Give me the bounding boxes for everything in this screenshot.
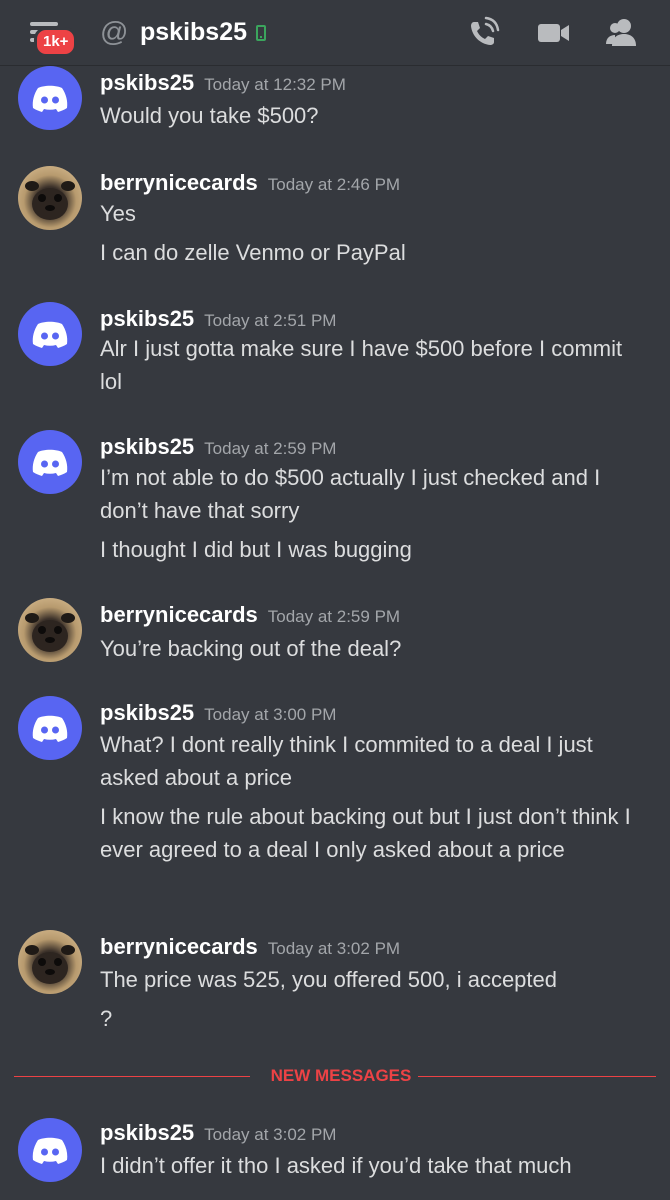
message-text: I know the rule about backing out but I … xyxy=(100,804,631,862)
discord-logo-icon[interactable] xyxy=(18,66,82,130)
message-text: You’re backing out of the deal? xyxy=(100,636,402,661)
mobile-status-icon xyxy=(256,25,266,41)
message-text: The price was 525, you offered 500, i ac… xyxy=(100,967,557,992)
timestamp: Today at 2:46 PM xyxy=(267,175,401,194)
timestamp: Today at 2:59 PM xyxy=(204,439,337,458)
discord-logo-icon[interactable] xyxy=(18,430,82,494)
members-icon[interactable] xyxy=(604,16,638,50)
menu-icon xyxy=(30,22,58,26)
author-name[interactable]: berrynicecards xyxy=(100,170,258,195)
author-name[interactable]: pskibs25 xyxy=(100,700,194,725)
message-text: I’m not able to do $500 actually I just … xyxy=(100,465,601,523)
author-name[interactable]: pskibs25 xyxy=(100,306,194,331)
discord-logo-icon[interactable] xyxy=(18,696,82,760)
new-messages-label: NEW MESSAGES xyxy=(270,1066,412,1085)
discord-logo-icon[interactable] xyxy=(18,302,82,366)
author-name[interactable]: berrynicecards xyxy=(100,602,258,627)
author-name[interactable]: pskibs25 xyxy=(100,70,194,95)
timestamp: Today at 3:02 PM xyxy=(267,939,401,958)
timestamp: Today at 2:51 PM xyxy=(204,311,337,330)
message-text: What? I dont really think I commited to … xyxy=(100,732,593,790)
message-text: I thought I did but I was bugging xyxy=(100,537,412,562)
top-bar: 1k+ @ pskibs25 xyxy=(0,0,670,66)
message-text: ? xyxy=(100,1006,113,1031)
message-text: Yes xyxy=(100,201,136,226)
notification-badge: 1k+ xyxy=(34,27,78,57)
timestamp: Today at 2:59 PM xyxy=(267,607,401,626)
message-text: Alr I just gotta make sure I have $500 b… xyxy=(100,336,623,394)
pug-avatar[interactable] xyxy=(18,598,82,662)
message-text: I can do zelle Venmo or PayPal xyxy=(100,240,406,265)
channel-title[interactable]: pskibs25 xyxy=(140,15,247,49)
video-icon[interactable] xyxy=(536,16,570,50)
timestamp: Today at 12:32 PM xyxy=(204,75,346,94)
new-messages-divider: NEW MESSAGES xyxy=(14,1066,656,1086)
timestamp: Today at 3:00 PM xyxy=(204,705,337,724)
author-name[interactable]: pskibs25 xyxy=(100,1120,194,1145)
author-name[interactable]: berrynicecards xyxy=(100,934,258,959)
timestamp: Today at 3:02 PM xyxy=(204,1125,337,1144)
pug-avatar[interactable] xyxy=(18,166,82,230)
at-icon: @ xyxy=(100,16,129,47)
discord-logo-icon[interactable] xyxy=(18,1118,82,1182)
pug-avatar[interactable] xyxy=(18,930,82,994)
message-text: I didn’t offer it tho I asked if you’d t… xyxy=(100,1153,572,1178)
author-name[interactable]: pskibs25 xyxy=(100,434,194,459)
chat-area[interactable]: pskibs25 Today at 12:32 PM Would you take… xyxy=(0,66,670,1200)
message-text: Would you take $500? xyxy=(100,103,319,128)
call-icon[interactable] xyxy=(466,16,500,50)
